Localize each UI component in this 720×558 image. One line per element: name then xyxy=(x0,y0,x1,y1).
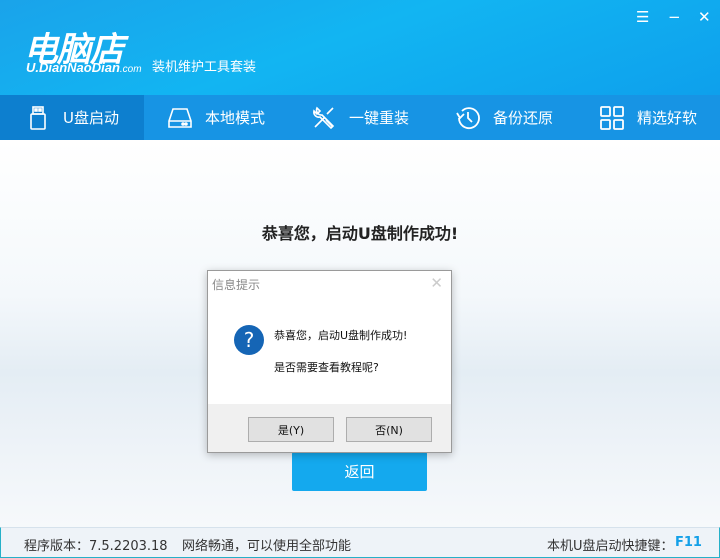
tab-selected-software[interactable]: 精选好软 xyxy=(576,95,720,140)
tab-label: 精选好软 xyxy=(636,109,697,127)
dialog-close-icon[interactable]: ✕ xyxy=(430,274,443,292)
main-nav: U盘启动 本地模式 一键重装 备份还原 精选好软 xyxy=(0,95,720,140)
version-text: 程序版本：7.5.2203.18 xyxy=(24,539,168,554)
logo-url: U.DianNaoDian.com xyxy=(26,60,142,75)
tab-one-click-reinstall[interactable]: 一键重装 xyxy=(288,95,432,140)
no-button[interactable]: 否(N) xyxy=(346,417,432,442)
minimize-button[interactable]: − xyxy=(668,8,681,26)
dialog-question: 是否需要查看教程呢? xyxy=(274,361,379,374)
tab-local-mode[interactable]: 本地模式 xyxy=(144,95,288,140)
yes-button[interactable]: 是(Y) xyxy=(248,417,334,442)
hotkey-value: F11 xyxy=(675,535,702,550)
usb-icon xyxy=(30,105,46,130)
close-button[interactable]: ✕ xyxy=(698,8,711,26)
tab-backup-restore[interactable]: 备份还原 xyxy=(432,95,576,140)
dialog-footer: 是(Y) 否(N) xyxy=(208,404,451,452)
tab-usb-boot[interactable]: U盘启动 xyxy=(0,95,144,140)
info-dialog: 信息提示 ✕ ? 恭喜您，启动U盘制作成功! 是否需要查看教程呢? 是(Y) 否… xyxy=(207,270,452,453)
success-message: 恭喜您，启动U盘制作成功! xyxy=(261,224,459,243)
menu-button[interactable]: ☰ xyxy=(636,8,649,26)
logo-url-text: U.DianNaoDian xyxy=(26,60,120,75)
logo-domain: .com xyxy=(119,64,142,75)
back-button[interactable]: 返回 xyxy=(292,452,427,491)
dialog-title: 信息提示 xyxy=(212,278,261,292)
tab-label: 本地模式 xyxy=(204,109,265,127)
status-bar: 程序版本：7.5.2203.18 网络畅通，可以使用全部功能 本机U盘启动快捷键… xyxy=(0,527,720,558)
header: 电脑店 U.DianNaoDian.com 装机维护工具套装 ☰ − ✕ xyxy=(0,0,720,95)
hotkey-label: 本机U盘启动快捷键： xyxy=(547,539,674,554)
tab-label: 一键重装 xyxy=(348,109,409,127)
dialog-message: 恭喜您，启动U盘制作成功! xyxy=(274,329,408,342)
app-subtitle: 装机维护工具套装 xyxy=(152,60,257,75)
network-status: 网络畅通，可以使用全部功能 xyxy=(182,539,352,554)
tab-label: U盘启动 xyxy=(63,109,119,127)
grid-icon xyxy=(600,105,624,130)
question-icon: ? xyxy=(234,325,264,355)
history-icon xyxy=(456,106,480,129)
tab-label: 备份还原 xyxy=(492,109,553,127)
hdd-icon xyxy=(168,107,192,128)
tools-icon xyxy=(313,106,335,129)
